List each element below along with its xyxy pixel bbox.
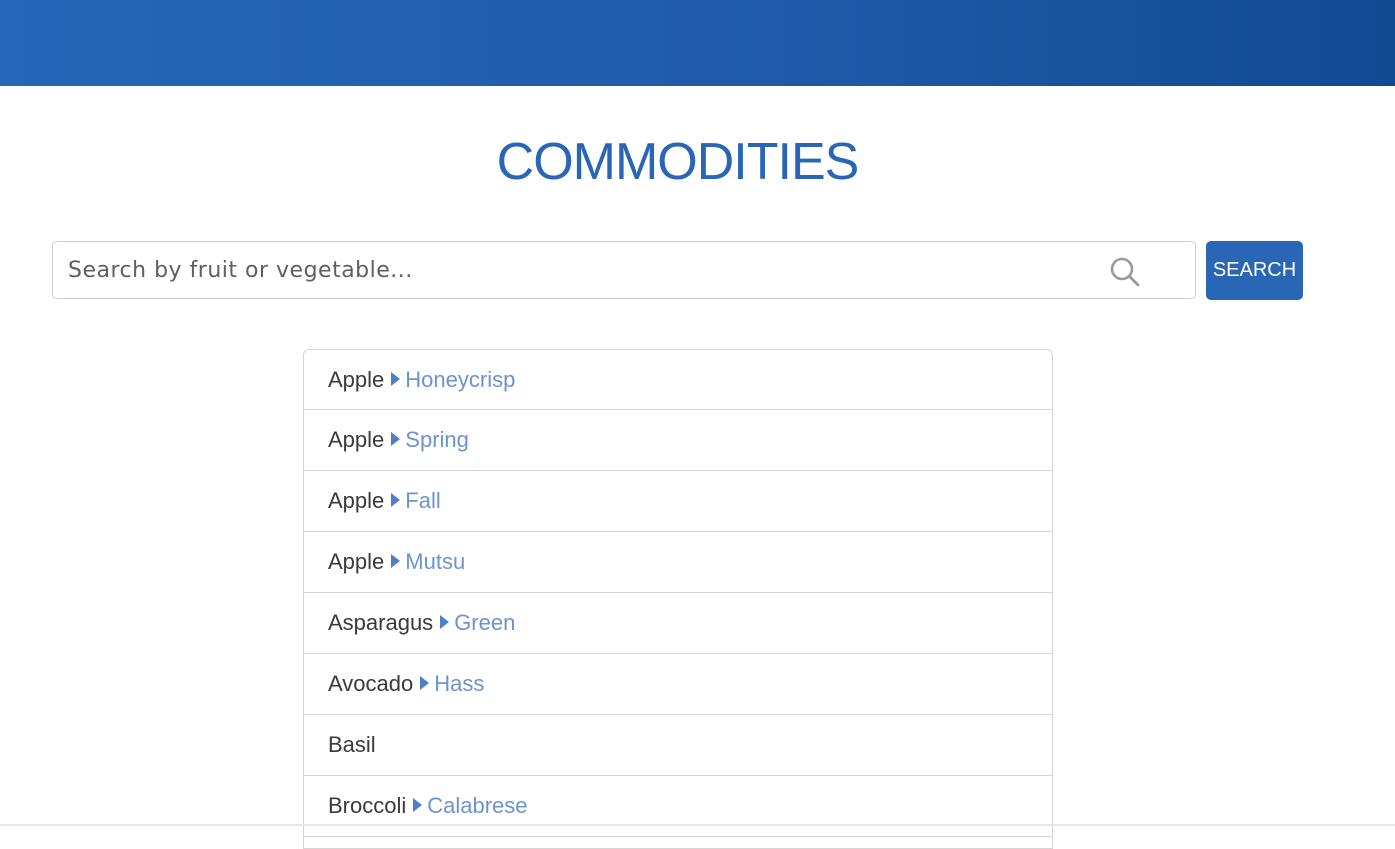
caret-right-icon xyxy=(440,615,450,629)
variety-name: Mutsu xyxy=(405,549,466,574)
list-item[interactable]: Apple Spring xyxy=(304,410,1052,471)
search-button[interactable]: SEARCH xyxy=(1206,241,1303,300)
caret-right-icon xyxy=(391,493,401,507)
variety-name: Calabrese xyxy=(427,793,528,818)
top-banner xyxy=(0,0,1395,86)
commodity-list: Apple Honeycrisp Apple Spring Apple Fall… xyxy=(303,349,1053,849)
list-item[interactable]: Basil xyxy=(304,715,1052,776)
caret-right-icon xyxy=(391,371,401,386)
commodity-name: Apple xyxy=(328,427,385,452)
commodity-name: Apple xyxy=(328,366,385,392)
commodity-name: Apple xyxy=(328,549,385,574)
commodity-name: Apple xyxy=(328,488,385,513)
commodity-name: Broccoli xyxy=(328,793,407,818)
list-item[interactable]: Broccoli Calabrese xyxy=(304,776,1052,837)
caret-right-icon xyxy=(413,798,423,812)
list-item[interactable]: Apple Mutsu xyxy=(304,532,1052,593)
commodity-name: Basil xyxy=(328,732,376,757)
variety-name: Green xyxy=(454,610,516,635)
caret-right-icon xyxy=(391,432,401,446)
variety-name: Hass xyxy=(434,671,485,696)
variety-name: Honeycrisp xyxy=(405,366,516,392)
search-input[interactable] xyxy=(53,242,1093,298)
commodity-name: Asparagus xyxy=(328,610,434,635)
search-icon[interactable] xyxy=(1109,256,1141,288)
list-item[interactable]: Apple Fall xyxy=(304,471,1052,532)
caret-right-icon xyxy=(391,554,401,568)
page-title: COMMODITIES xyxy=(496,133,860,191)
variety-name: Fall xyxy=(405,488,441,513)
commodity-name: Avocado xyxy=(328,671,414,696)
list-item[interactable]: Asparagus Green xyxy=(304,593,1052,654)
caret-right-icon xyxy=(420,676,430,690)
list-item[interactable]: Apple Honeycrisp xyxy=(304,350,1052,410)
list-item[interactable]: Avocado Hass xyxy=(304,654,1052,715)
variety-name: Spring xyxy=(405,427,469,452)
search-box xyxy=(52,241,1196,299)
